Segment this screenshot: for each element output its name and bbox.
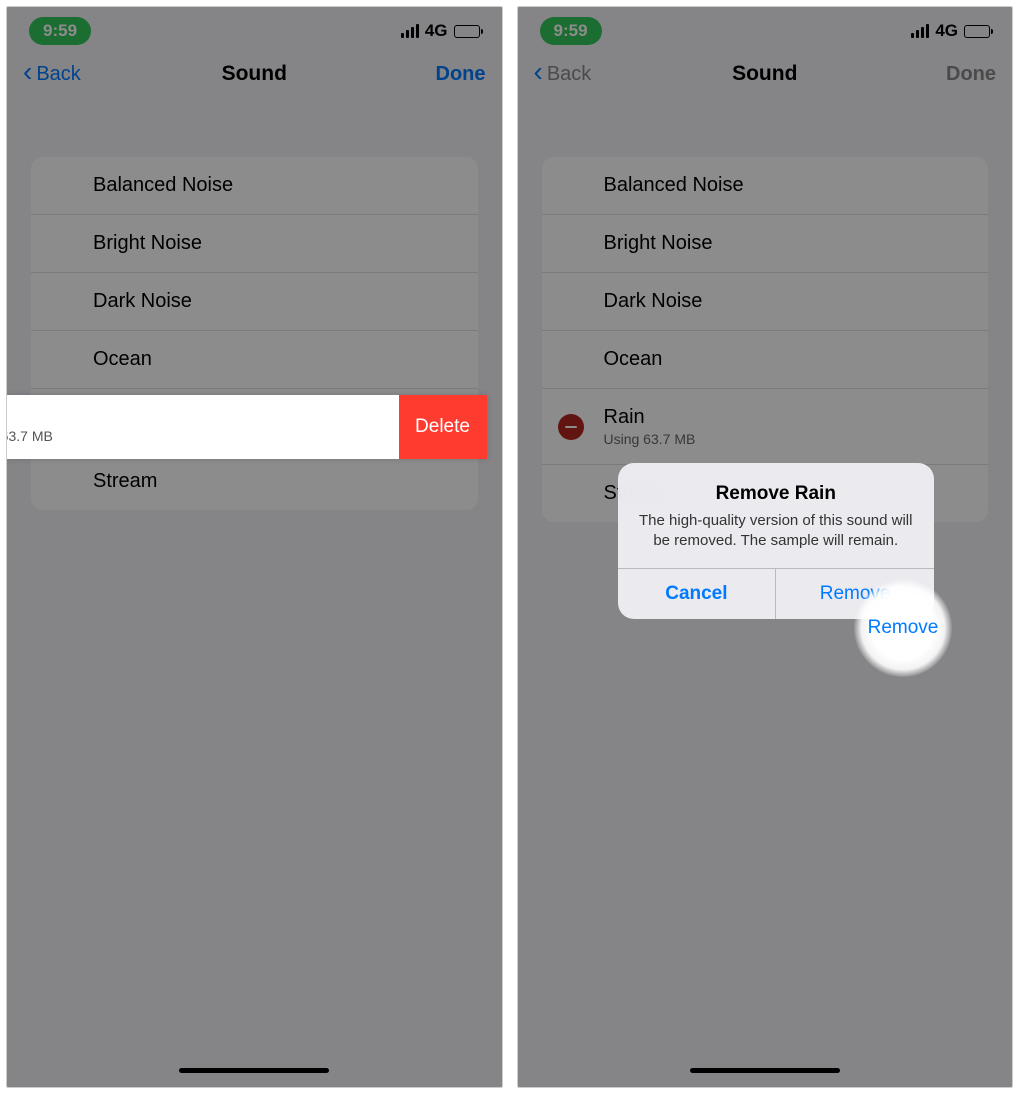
alert-body: Remove Rain The high-quality version of … xyxy=(618,463,935,568)
status-right: 4G xyxy=(911,21,990,41)
swipe-content[interactable]: Rain Using 63.7 MB xyxy=(7,395,399,459)
cellular-signal-icon xyxy=(401,24,419,38)
status-time-pill: 9:59 xyxy=(540,17,602,45)
back-label: Back xyxy=(547,63,591,86)
back-label: Back xyxy=(36,63,80,86)
swipe-title: Rain xyxy=(7,405,385,428)
status-time-pill: 9:59 xyxy=(29,17,91,45)
home-indicator[interactable] xyxy=(179,1068,329,1073)
nav-bar: ‹ Back Sound Done xyxy=(7,55,502,93)
list-item[interactable]: Dark Noise xyxy=(31,273,478,331)
battery-icon xyxy=(964,25,990,38)
alert-buttons: Cancel Remove xyxy=(618,568,935,619)
list-item[interactable]: Bright Noise xyxy=(31,215,478,273)
list-item[interactable]: Stream xyxy=(31,453,478,510)
battery-icon xyxy=(454,25,480,38)
phone-screen-right: 9:59 4G ‹ Back Sound Done Balanced Noise… xyxy=(517,6,1014,1088)
status-bar: 9:59 4G xyxy=(518,7,1013,55)
alert-title: Remove Rain xyxy=(636,483,917,505)
list-item-rain[interactable]: Rain Using 63.7 MB xyxy=(542,389,989,465)
page-title: Sound xyxy=(518,62,1013,86)
back-button[interactable]: ‹ Back xyxy=(23,62,81,86)
done-button: Done xyxy=(946,63,996,86)
cancel-button[interactable]: Cancel xyxy=(618,569,776,619)
nav-bar: ‹ Back Sound Done xyxy=(518,55,1013,93)
list-item[interactable]: Ocean xyxy=(31,331,478,389)
network-label: 4G xyxy=(935,21,958,41)
swipe-row-rain: Rain Using 63.7 MB Delete xyxy=(7,395,487,459)
chevron-left-icon: ‹ xyxy=(23,58,32,86)
back-button: ‹ Back xyxy=(534,62,592,86)
swipe-sub: Using 63.7 MB xyxy=(7,428,385,444)
cellular-signal-icon xyxy=(911,24,929,38)
phone-screen-left: 9:59 4G ‹ Back Sound Done Balanced Noise… xyxy=(6,6,503,1088)
list-item[interactable]: Bright Noise xyxy=(542,215,989,273)
delete-marker-icon[interactable] xyxy=(558,414,584,440)
page-title: Sound xyxy=(7,62,502,86)
home-indicator[interactable] xyxy=(690,1068,840,1073)
network-label: 4G xyxy=(425,21,448,41)
list-item[interactable]: Balanced Noise xyxy=(31,157,478,215)
list-item[interactable]: Balanced Noise xyxy=(542,157,989,215)
chevron-left-icon: ‹ xyxy=(534,58,543,86)
list-item[interactable]: Ocean xyxy=(542,331,989,389)
alert-message: The high-quality version of this sound w… xyxy=(636,511,917,552)
delete-button[interactable]: Delete xyxy=(399,395,487,459)
list-item[interactable]: Dark Noise xyxy=(542,273,989,331)
status-bar: 9:59 4G xyxy=(7,7,502,55)
remove-button[interactable]: Remove xyxy=(775,569,934,619)
remove-alert: Remove Rain The high-quality version of … xyxy=(618,463,935,619)
status-right: 4G xyxy=(401,21,480,41)
done-button[interactable]: Done xyxy=(436,63,486,86)
